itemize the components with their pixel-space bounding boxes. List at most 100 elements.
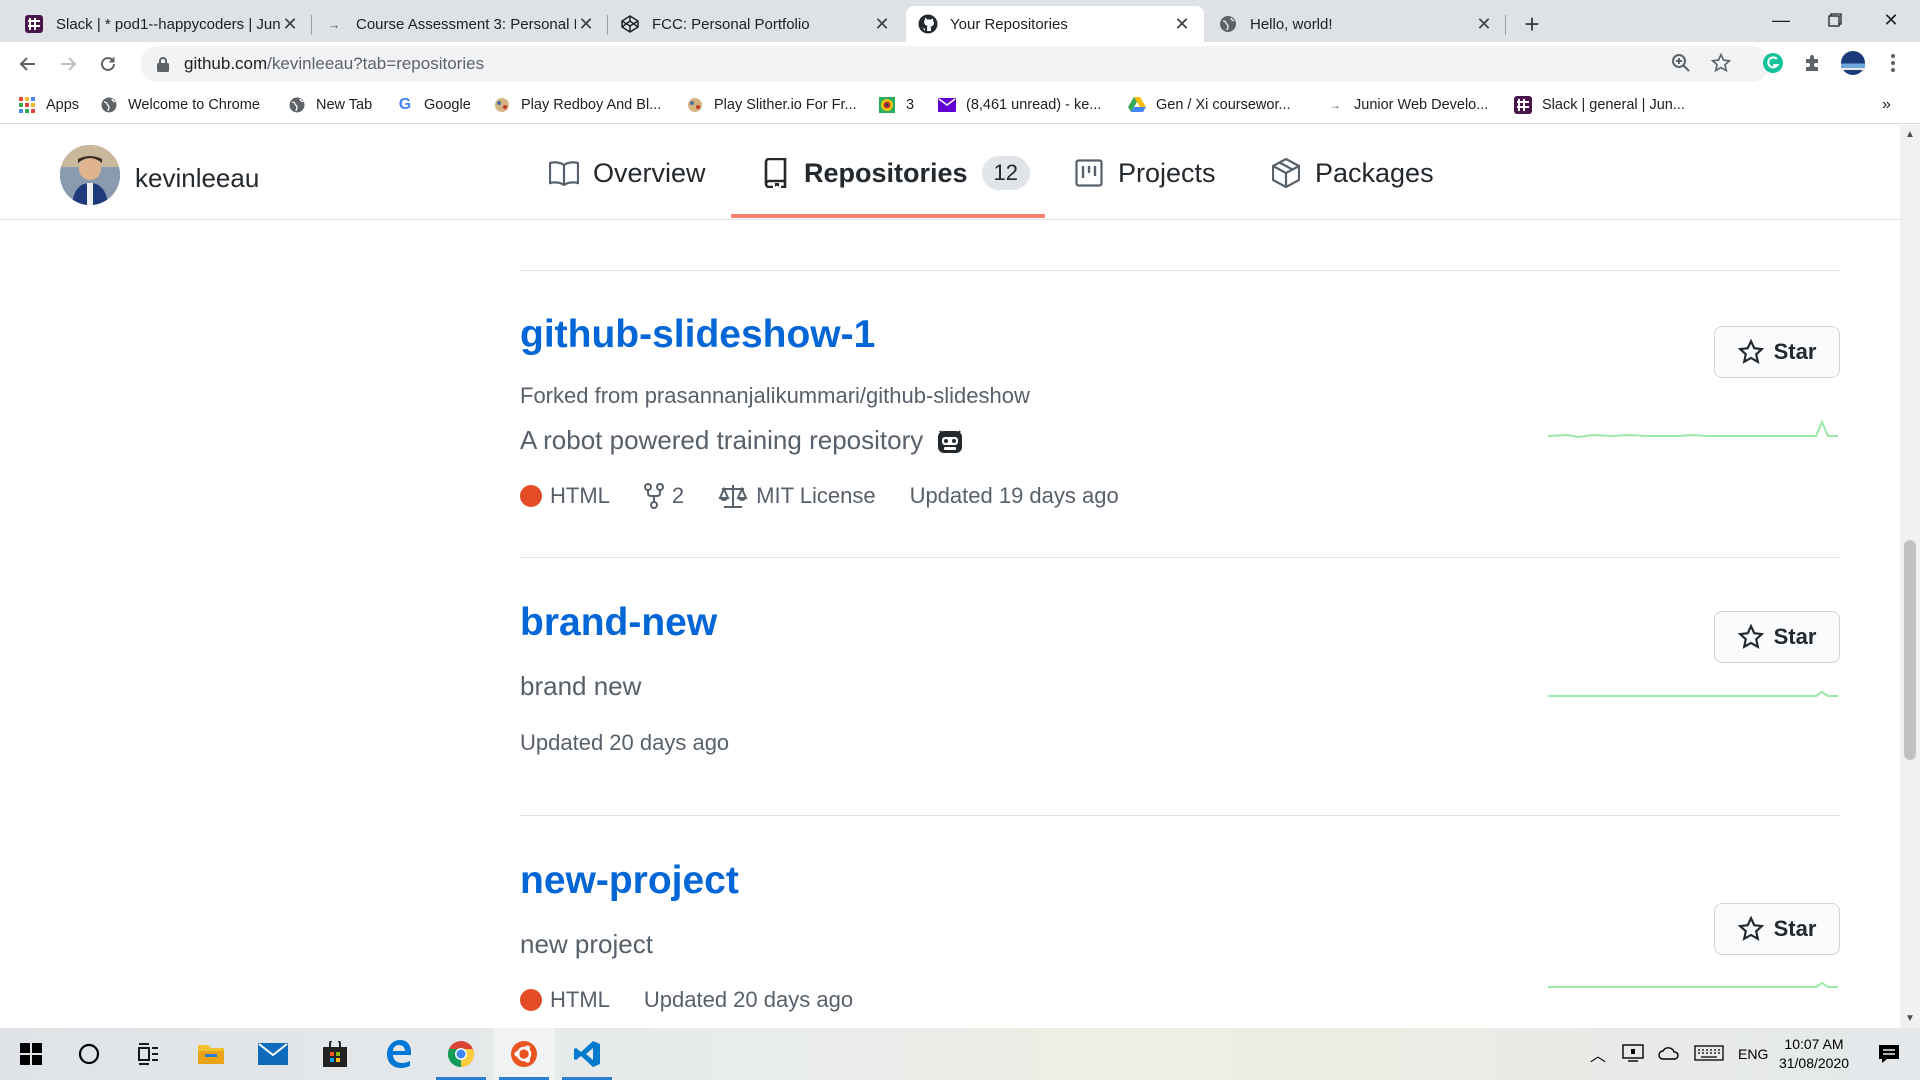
vscode-icon[interactable] bbox=[556, 1028, 618, 1080]
clock-date: 31/08/2020 bbox=[1778, 1055, 1850, 1071]
star-button[interactable]: Star bbox=[1714, 611, 1840, 663]
repo-icon bbox=[760, 158, 790, 188]
close-tab-icon[interactable]: ✕ bbox=[280, 14, 300, 34]
taskbar-clock[interactable]: 10:07 AM 31/08/2020 bbox=[1764, 1035, 1864, 1073]
fork-note: Forked from prasannanjalikummari/github-… bbox=[520, 383, 1030, 409]
more-bookmarks-chevron-icon[interactable]: » bbox=[1882, 94, 1891, 116]
new-tab-button[interactable]: + bbox=[1516, 8, 1548, 40]
tab-overview[interactable]: Overview bbox=[549, 155, 706, 191]
close-tab-icon[interactable]: ✕ bbox=[1172, 14, 1192, 34]
address-bar[interactable]: github.com/kevinleeau?tab=repositories bbox=[140, 46, 1770, 82]
extensions-puzzle-icon[interactable] bbox=[1800, 50, 1826, 76]
forks-link[interactable]: 2 bbox=[643, 483, 685, 509]
package-icon bbox=[1271, 158, 1301, 188]
zoom-icon[interactable] bbox=[1668, 50, 1694, 76]
tab-packages[interactable]: Packages bbox=[1271, 155, 1434, 191]
tab-slack[interactable]: Slack | * pod1--happycoders | Jun ✕ bbox=[12, 6, 312, 42]
task-view-icon[interactable] bbox=[118, 1028, 180, 1080]
close-window-button[interactable]: ✕ bbox=[1862, 0, 1920, 40]
bookmark-label: Google bbox=[424, 97, 471, 113]
updated-label: Updated 20 days ago bbox=[643, 987, 854, 1012]
list-item: new-project new project HTML Updated 20 … bbox=[520, 817, 1840, 1028]
globe-icon bbox=[1218, 14, 1238, 34]
chrome-menu-icon[interactable] bbox=[1880, 50, 1906, 76]
bookmark-apps[interactable]: Apps bbox=[18, 94, 79, 116]
bookmark-slack-general[interactable]: Slack | general | Jun... bbox=[1514, 94, 1685, 116]
search-icon[interactable] bbox=[58, 1028, 120, 1080]
tab-hello-world[interactable]: Hello, world! ✕ bbox=[1206, 6, 1506, 42]
tab-course-assessment[interactable]: → Course Assessment 3: Personal Po ✕ bbox=[312, 6, 608, 42]
fork-source-link[interactable]: Forked from prasannanjalikummari/github-… bbox=[520, 383, 1030, 408]
description-text: brand new bbox=[520, 671, 642, 701]
tab-projects[interactable]: Projects bbox=[1074, 155, 1216, 191]
store-icon[interactable] bbox=[304, 1028, 366, 1080]
profile-username[interactable]: kevinleeau bbox=[135, 163, 259, 194]
maximize-window-button[interactable] bbox=[1806, 0, 1864, 40]
scroll-up-arrow-icon[interactable]: ▲ bbox=[1905, 129, 1915, 140]
bookmark-star-icon[interactable] bbox=[1708, 50, 1734, 76]
scroll-down-arrow-icon[interactable]: ▼ bbox=[1905, 1013, 1915, 1024]
keyboard-icon[interactable] bbox=[1694, 1044, 1724, 1064]
tab-title: Course Assessment 3: Personal Po bbox=[356, 15, 576, 33]
updated-label: Updated 20 days ago bbox=[520, 730, 730, 755]
edge-icon[interactable] bbox=[368, 1028, 430, 1080]
mail-app-icon[interactable] bbox=[242, 1028, 304, 1080]
bookmark-3[interactable]: 3 bbox=[878, 94, 914, 116]
bookmark-google[interactable]: G Google bbox=[396, 94, 471, 116]
fork-count: 2 bbox=[671, 483, 685, 508]
bookmark-slither[interactable]: Play Slither.io For Fr... bbox=[686, 94, 857, 116]
profile-avatar-icon[interactable] bbox=[1840, 50, 1866, 76]
star-button[interactable]: Star bbox=[1714, 903, 1840, 955]
back-button[interactable] bbox=[12, 48, 44, 80]
fork-icon bbox=[643, 483, 664, 509]
close-tab-icon[interactable]: ✕ bbox=[1474, 14, 1494, 34]
bookmark-label: (8,461 unread) - ke... bbox=[966, 97, 1102, 113]
robot-emoji-icon bbox=[935, 426, 965, 456]
star-icon bbox=[1737, 916, 1764, 942]
onedrive-cloud-icon[interactable] bbox=[1658, 1046, 1680, 1063]
file-explorer-icon[interactable] bbox=[180, 1028, 242, 1080]
bookmark-gen-xi[interactable]: Gen / Xi coursewor... bbox=[1128, 94, 1291, 116]
chrome-icon[interactable] bbox=[430, 1028, 492, 1080]
bookmark-new-tab[interactable]: New Tab bbox=[288, 94, 372, 116]
bookmark-mail[interactable]: (8,461 unread) - ke... bbox=[938, 94, 1101, 116]
reload-button[interactable] bbox=[92, 48, 124, 80]
network-icon[interactable] bbox=[1622, 1043, 1644, 1065]
minimize-window-button[interactable]: — bbox=[1752, 0, 1810, 40]
scrollbar-thumb[interactable] bbox=[1904, 540, 1916, 760]
ubuntu-icon[interactable] bbox=[493, 1028, 555, 1080]
grammarly-icon[interactable] bbox=[1760, 50, 1786, 76]
tab-your-repositories[interactable]: Your Repositories ✕ bbox=[906, 6, 1204, 42]
close-tab-icon[interactable]: ✕ bbox=[872, 14, 892, 34]
notifications-icon[interactable] bbox=[1858, 1028, 1920, 1080]
bookmark-label: Slack | general | Jun... bbox=[1542, 97, 1685, 113]
avatar[interactable] bbox=[60, 145, 120, 205]
repo-name-link[interactable]: new-project bbox=[520, 859, 739, 903]
close-tab-icon[interactable]: ✕ bbox=[576, 14, 596, 34]
clock-time: 10:07 AM bbox=[1784, 1036, 1844, 1052]
page-scrollbar[interactable]: ▲ ▼ bbox=[1900, 125, 1920, 1028]
repo-name-link[interactable]: github-slideshow-1 bbox=[520, 313, 875, 357]
bookmark-label: Junior Web Develo... bbox=[1354, 97, 1489, 113]
bookmark-redboy[interactable]: Play Redboy And Bl... bbox=[493, 94, 661, 116]
law-scale-icon bbox=[718, 483, 748, 509]
show-hidden-icons-chevron-icon[interactable]: ︿ bbox=[1590, 1042, 1606, 1066]
star-button[interactable]: Star bbox=[1714, 326, 1840, 378]
globe-icon bbox=[100, 96, 118, 114]
repo-name-link[interactable]: brand-new bbox=[520, 601, 717, 645]
google-icon: G bbox=[398, 96, 412, 113]
bookmark-junior-web[interactable]: → Junior Web Develo... bbox=[1326, 94, 1488, 116]
lock-icon[interactable] bbox=[154, 55, 172, 73]
forward-button[interactable] bbox=[52, 48, 84, 80]
list-item: github-slideshow-1 Forked from prasannan… bbox=[520, 271, 1840, 558]
tab-label: Projects bbox=[1118, 157, 1216, 188]
description-text: new project bbox=[520, 929, 653, 959]
bookmark-welcome-to-chrome[interactable]: Welcome to Chrome bbox=[100, 94, 260, 116]
tab-repositories[interactable]: Repositories 12 bbox=[760, 155, 1031, 191]
tab-fcc-portfolio[interactable]: FCC: Personal Portfolio ✕ bbox=[608, 6, 904, 42]
codepen-icon bbox=[620, 14, 640, 34]
tab-title: Slack | * pod1--happycoders | Jun bbox=[56, 15, 280, 33]
windows-start-icon[interactable] bbox=[0, 1028, 62, 1080]
repo-description: A robot powered training repository bbox=[520, 425, 965, 456]
browser-toolbar: github.com/kevinleeau?tab=repositories bbox=[0, 42, 1920, 86]
